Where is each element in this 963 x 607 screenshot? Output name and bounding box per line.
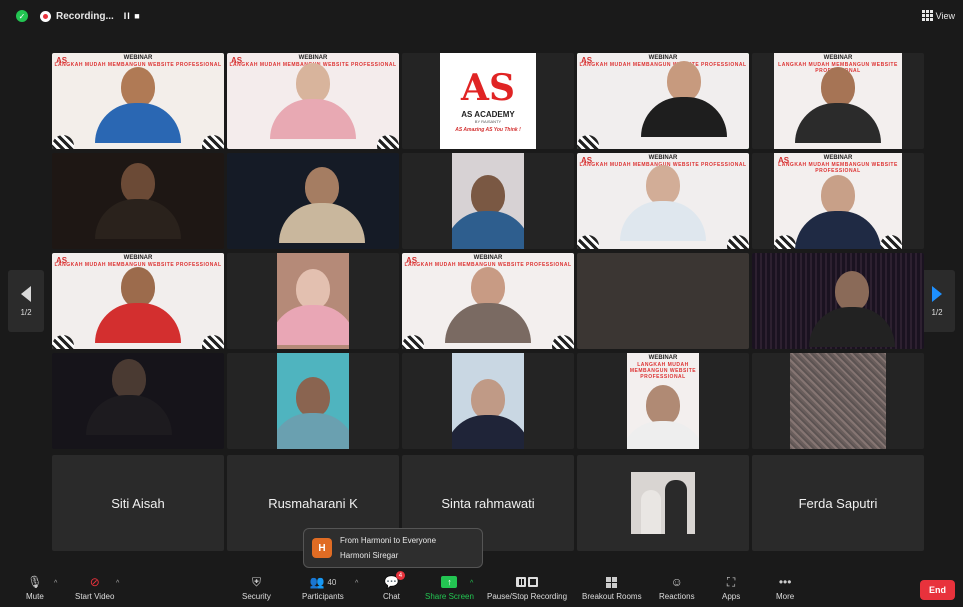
participant-name-tile[interactable]: Ferda Saputri [752,455,924,551]
video-tile[interactable]: AS AS ACADEMY BY RAISANTY AS Amazing AS … [402,53,574,149]
participant-name-tile[interactable]: Siti Aisah [52,455,224,551]
participants-count: 40 [327,577,337,587]
chat-button[interactable]: 💬 4 Chat [383,571,405,601]
recording-indicator-icon [40,10,51,22]
as-academy-logo: AS AS ACADEMY BY RAISANTY AS Amazing AS … [440,53,536,149]
webinar-banner: WEBINARLANGKAH MUDAH MEMBANGUN WEBSITE P… [778,155,898,174]
ellipsis-icon: ••• [778,575,792,589]
smiley-plus-icon: ☺ [670,575,683,589]
top-bar: ✓ Recording... II ■ View [0,0,963,32]
participant-name: Ferda Saputri [798,495,878,511]
chat-bubble-icon: 💬 4 [384,571,405,590]
previous-page-button[interactable]: 1/2 [8,270,44,332]
share-options-chevron-icon[interactable]: ^ [470,580,473,587]
breakout-rooms-button[interactable]: Breakout Rooms [582,574,642,601]
video-tile[interactable] [402,353,574,449]
video-tile[interactable]: AS WEBINAR LANGKAH MUDAH MEMBANGUN WEBSIT… [52,53,224,149]
webinar-banner: WEBINARLANGKAH MUDAH MEMBANGUN WEBSITE P… [629,355,697,380]
participants-chevron-icon[interactable]: ^ [355,580,358,587]
grid-view-icon [921,10,933,21]
video-tile[interactable]: WEBINARLANGKAH MUDAH MEMBANGUN WEBSITE P… [752,53,924,149]
security-shield-icon[interactable]: ✓ [16,10,28,22]
video-tile[interactable]: AS WEBINAR LANGKAH MUDAH MEMBANGUN WEBSIT… [402,253,574,349]
video-tile[interactable]: AS WEBINAR LANGKAH MUDAH MEMBANGUN WEBSIT… [752,153,924,249]
video-tile[interactable] [227,153,399,249]
end-meeting-button[interactable]: End [920,580,955,600]
next-page-button[interactable]: 1/2 [919,270,955,332]
participant-photo-tile[interactable] [577,455,749,551]
arrow-right-icon [932,285,942,302]
pause-stop-icon [516,574,539,590]
page-indicator-left: 1/2 [20,307,32,317]
video-tile[interactable]: AS WEBINAR LANGKAH MUDAH MEMBANGUN WEBSIT… [227,53,399,149]
share-screen-icon: ↑ [441,574,458,590]
video-tile[interactable]: WEBINARLANGKAH MUDAH MEMBANGUN WEBSITE P… [577,353,749,449]
zoom-meeting-window: ✓ Recording... II ■ View 1/2 1/2 AS WEBI… [0,0,963,607]
video-tile[interactable] [752,353,924,449]
participant-name: Sinta rahmawati [441,495,535,511]
chat-unread-badge: 4 [395,571,405,580]
breakout-rooms-icon [606,574,618,590]
profile-photo [631,472,695,534]
participant-name: Rusmaharani K [268,495,358,511]
shield-icon: ⛨ [251,574,261,589]
participants-button[interactable]: 👥 40 Participants [302,574,344,601]
video-tile[interactable] [227,353,399,449]
reactions-button[interactable]: ☺ Reactions [659,574,695,601]
participant-name: Siti Aisah [111,495,165,511]
apps-icon: ⛶ [726,574,736,589]
video-tile[interactable]: AS WEBINAR LANGKAH MUDAH MEMBANGUN WEBSIT… [52,253,224,349]
video-tile-active-speaker[interactable]: AS WEBINAR LANGKAH MUDAH MEMBANGUN WEBSIT… [577,53,749,149]
video-tile[interactable] [52,353,224,449]
microphone-icon: 🎙 [27,575,43,589]
page-indicator-right: 1/2 [931,307,943,317]
video-tile[interactable]: AS WEBINAR LANGKAH MUDAH MEMBANGUN WEBSIT… [577,153,749,249]
security-button[interactable]: ⛨ Security [242,574,271,602]
start-video-button[interactable]: ⊘ Start Video [75,574,114,601]
audio-options-chevron-icon[interactable]: ^ [54,580,57,587]
chat-notification-message: Harmoni Siregar [340,551,399,560]
chat-notification-header: From Harmoni to Everyone [340,536,437,545]
video-off-icon: ⊘ [89,575,100,589]
share-screen-button[interactable]: ↑ Share Screen [425,574,474,601]
video-tile[interactable] [752,253,924,349]
video-options-chevron-icon[interactable]: ^ [116,580,119,587]
chat-notification[interactable]: H From Harmoni to Everyone Harmoni Sireg… [303,528,483,568]
more-button[interactable]: ••• More [776,574,794,601]
participants-icon: 👥 40 [309,575,337,589]
recording-controls[interactable]: II ■ [124,11,141,21]
mute-button[interactable]: 🎙 Mute [26,574,44,601]
video-tile[interactable] [577,253,749,349]
meeting-toolbar: 🎙 Mute ^ ⊘ Start Video ^ ⛨ Security 👥 40 … [0,570,963,607]
apps-button[interactable]: ⛶ Apps [722,574,740,602]
sender-avatar: H [312,538,332,558]
video-tile[interactable] [402,153,574,249]
pause-stop-recording-button[interactable]: Pause/Stop Recording [487,574,567,601]
view-label: View [935,10,955,21]
video-tile[interactable] [227,253,399,349]
view-button[interactable]: View [921,10,955,21]
arrow-left-icon [21,285,31,302]
recording-label: Recording... [56,10,114,22]
video-tile[interactable] [52,153,224,249]
